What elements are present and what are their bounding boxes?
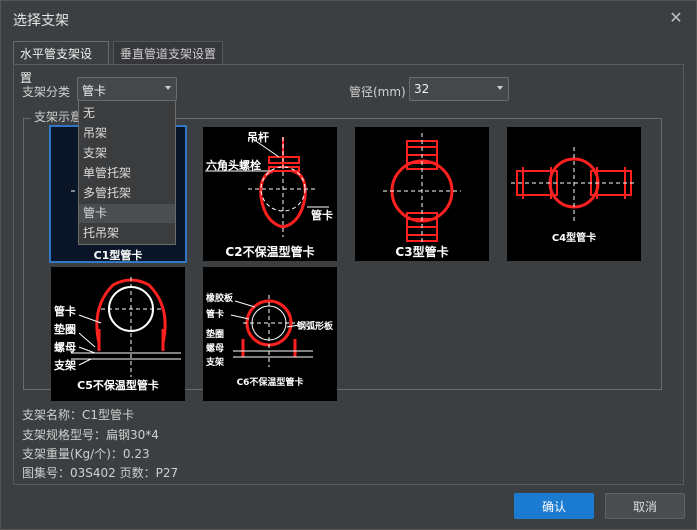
thumb-caption: C6不保温型管卡 [236,378,304,388]
pipe-diameter-label: 管径(mm) [349,85,406,99]
dropdown-option-clamp[interactable]: 管卡 [79,204,175,223]
label-steel-arc-plate: 钢弧形板 [297,322,334,332]
pipe-diameter-value: 32 [414,82,430,96]
dropdown-option-tray-hanger[interactable]: 托吊架 [79,224,175,243]
chevron-down-icon [497,86,503,90]
thumb-caption: C2不保温型管卡 [225,245,315,259]
thumb-caption: C5不保温型管卡 [77,379,159,392]
category-dropdown-list: 无 吊架 支架 单管托架 多管托架 管卡 托吊架 [78,100,176,245]
label-clamp: 管卡 [54,305,76,318]
confirm-button[interactable]: 确认 [514,493,594,519]
thumb-c4[interactable]: C4型管卡 [507,127,641,261]
label-clamp: 管卡 [206,310,225,320]
close-icon[interactable]: ✕ [666,8,686,28]
label-bracket: 支架 [206,358,225,368]
support-atlas: 图集号：03S402 页数：P27 [22,466,179,480]
category-value: 管卡 [82,84,107,98]
label-washer: 垫圈 [206,330,225,340]
label-nut: 螺母 [206,344,225,354]
label-hex-bolt: 六角头螺栓 [206,159,261,172]
thumb-c3[interactable]: C3型管卡 [355,127,489,261]
category-select[interactable]: 管卡 [77,77,177,101]
label-bracket: 支架 [54,359,76,372]
dialog-title: 选择支架 [13,13,69,29]
select-support-dialog: 选择支架 ✕ 水平管支架设置 垂直管道支架设置 支架分类 管卡 管径(mm) 3… [0,0,697,530]
label-rod: 吊杆 [247,131,269,144]
c3-drawing [383,133,461,245]
thumb-caption: C3型管卡 [395,245,449,259]
tab-horizontal-pipe[interactable]: 水平管支架设置 [13,41,109,85]
dropdown-option-multi-pipe-tray[interactable]: 多管托架 [79,184,175,203]
thumb-c5[interactable]: 管卡 垫圈 螺母 支架 C5不保温型管卡 [51,267,185,401]
support-name: 支架名称：C1型管卡 [22,408,135,422]
label-clamp: 管卡 [311,209,333,222]
chevron-down-icon [165,86,171,90]
label-washer: 垫圈 [54,323,76,336]
label-rubber-plate: 橡胶板 [206,294,234,304]
thumb-caption: C1型管卡 [93,249,143,262]
label-nut: 螺母 [54,341,76,354]
tab-vertical-pipe[interactable]: 垂直管道支架设置 [113,41,223,65]
c2-drawing [205,137,329,237]
dropdown-option-bracket[interactable]: 支架 [79,144,175,163]
thumb-c6[interactable]: 橡胶板 管卡 钢弧形板 垫圈 螺母 支架 C6不保温型管卡 [203,267,337,401]
support-preview-title: 支架示意 [31,108,86,125]
category-label: 支架分类 [22,85,71,99]
thumb-c2[interactable]: 吊杆 六角头螺栓 管卡 C2不保温型管卡 [203,127,337,261]
support-weight: 支架重量(Kg/个)：0.23 [22,447,150,461]
dropdown-option-none[interactable]: 无 [79,104,175,123]
title-bar: 选择支架 ✕ [1,1,696,37]
support-spec: 支架规格型号：扁钢30*4 [22,428,159,442]
pipe-diameter-select[interactable]: 32 [409,77,509,101]
thumb-caption: C4型管卡 [551,233,597,244]
dropdown-option-single-pipe-tray[interactable]: 单管托架 [79,164,175,183]
cancel-button[interactable]: 取消 [605,493,685,519]
dropdown-option-hanger[interactable]: 吊架 [79,124,175,143]
